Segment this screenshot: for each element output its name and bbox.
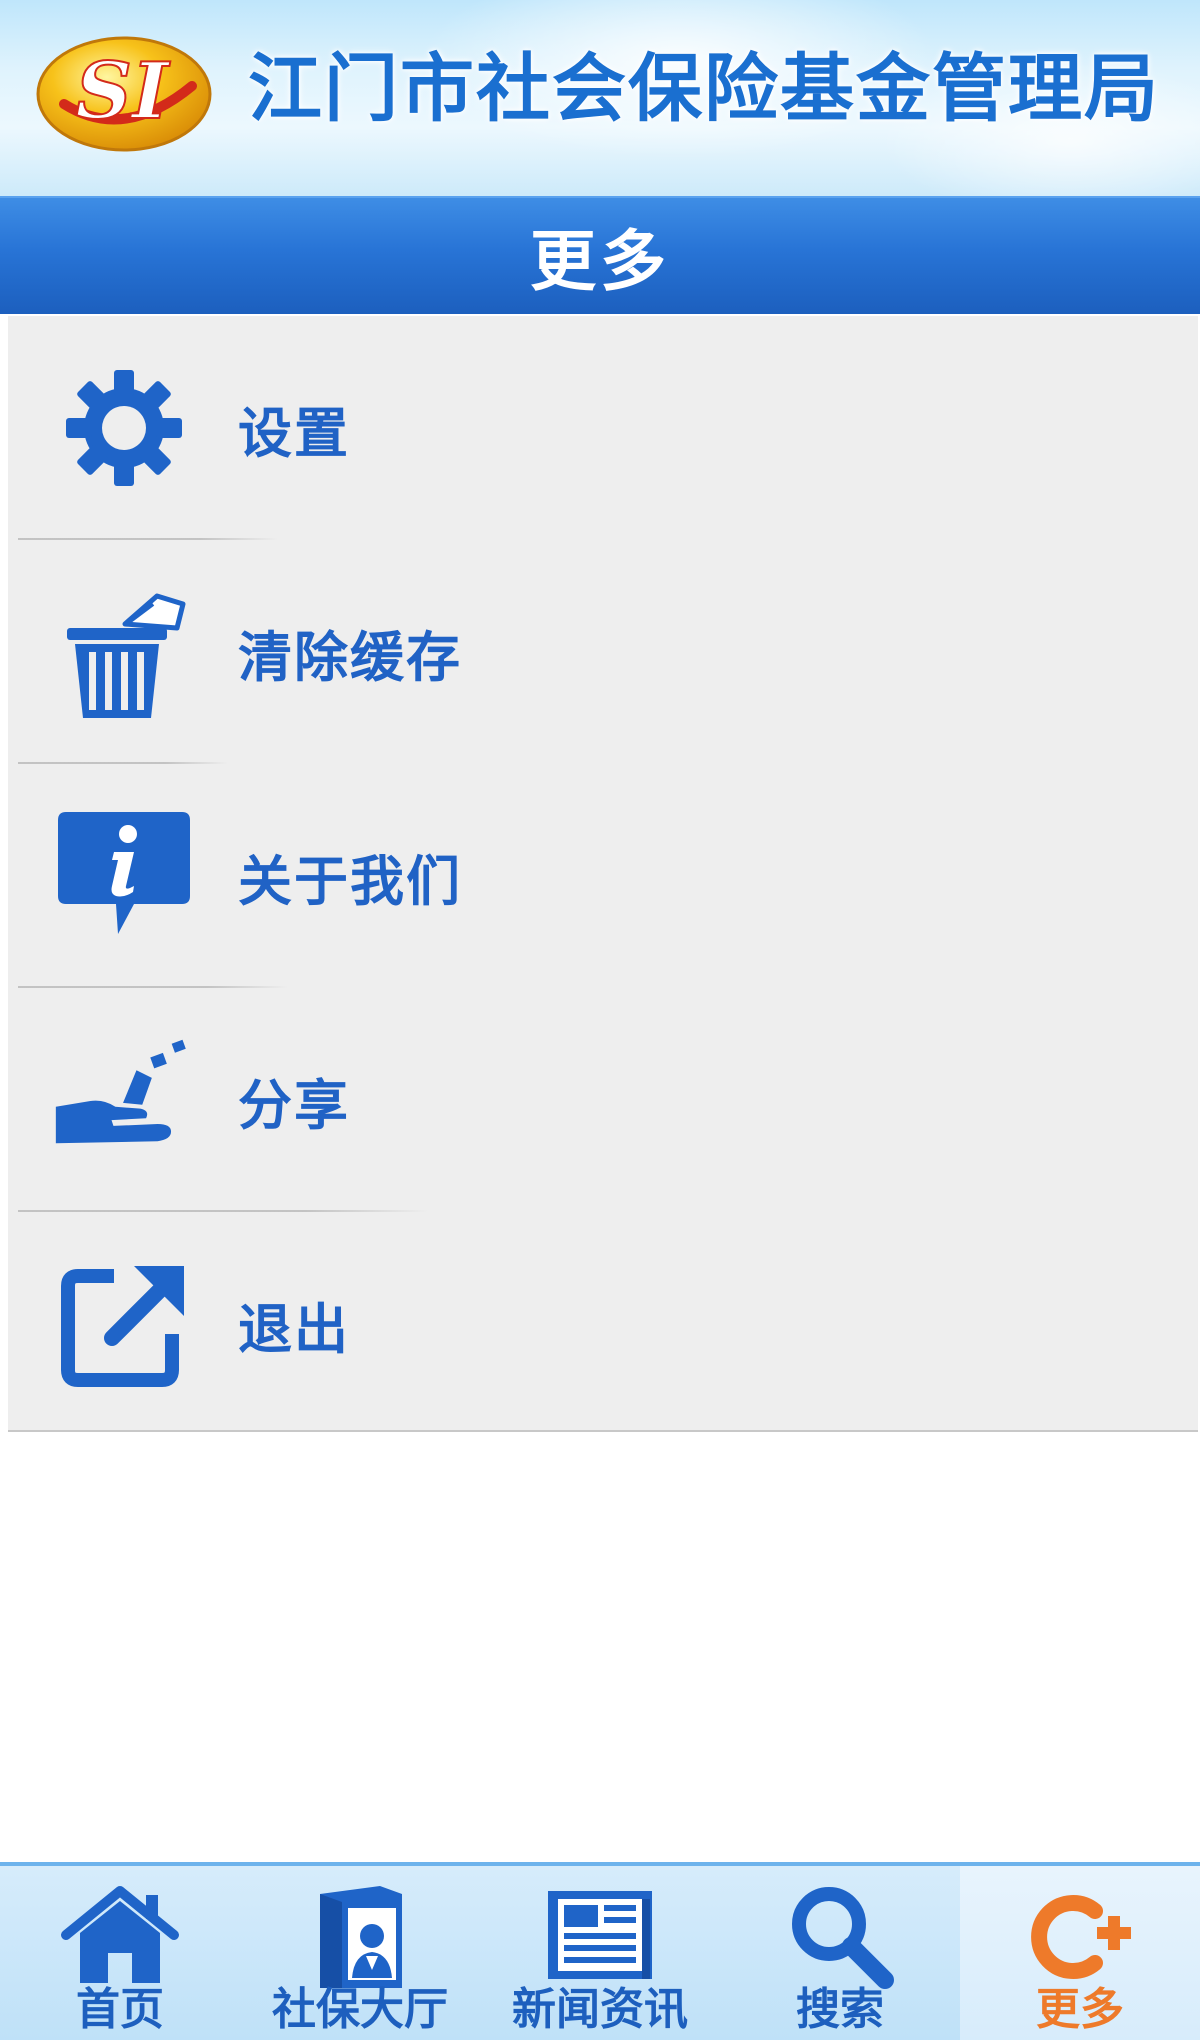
header-banner: SI 江门市社会保险基金管理局 xyxy=(0,0,1200,196)
menu-item-about-us[interactable]: 关于我们 xyxy=(8,764,1198,988)
bottom-tab-bar: 首页 社保大厅 新闻资讯 搜索 更多 xyxy=(0,1862,1200,2040)
menu-item-settings[interactable]: 设置 xyxy=(8,316,1198,540)
tab-social-security-hall[interactable]: 社保大厅 xyxy=(240,1866,480,2040)
info-icon xyxy=(52,804,196,948)
book-icon xyxy=(300,1880,420,1990)
title-bar: 更多 xyxy=(0,196,1200,314)
gear-icon xyxy=(52,356,196,500)
trash-icon xyxy=(52,580,196,724)
tab-more[interactable]: 更多 xyxy=(960,1866,1200,2040)
menu-item-label: 分享 xyxy=(238,1073,350,1137)
page-title: 更多 xyxy=(530,223,670,300)
svg-text:SI: SI xyxy=(76,46,171,137)
menu-item-label: 清除缓存 xyxy=(238,625,462,689)
menu-item-clear-cache[interactable]: 清除缓存 xyxy=(8,540,1198,764)
organization-name: 江门市社会保险基金管理局 xyxy=(248,46,1160,132)
menu-item-exit[interactable]: 退出 xyxy=(8,1212,1198,1436)
newspaper-icon xyxy=(540,1880,660,1990)
search-icon xyxy=(780,1880,900,1990)
menu-item-label: 退出 xyxy=(238,1297,350,1361)
more-icon xyxy=(1020,1880,1140,1990)
menu-item-share[interactable]: 分享 xyxy=(8,988,1198,1212)
share-icon xyxy=(52,1028,196,1172)
tab-home[interactable]: 首页 xyxy=(0,1866,240,2040)
more-menu: 设置 清除缓存 关于我们 分享 退出 xyxy=(8,316,1198,1432)
tab-news[interactable]: 新闻资讯 xyxy=(480,1866,720,2040)
menu-item-label: 关于我们 xyxy=(238,849,462,913)
si-logo: SI xyxy=(36,36,212,152)
exit-icon xyxy=(52,1252,196,1396)
tab-label: 新闻资讯 xyxy=(512,1984,688,2035)
menu-item-label: 设置 xyxy=(238,401,350,465)
tab-search[interactable]: 搜索 xyxy=(720,1866,960,2040)
tab-label: 搜索 xyxy=(796,1984,884,2035)
tab-label: 社保大厅 xyxy=(272,1984,448,2035)
tab-label: 首页 xyxy=(76,1984,164,2035)
tab-label: 更多 xyxy=(1036,1984,1124,2035)
home-icon xyxy=(60,1880,180,1990)
